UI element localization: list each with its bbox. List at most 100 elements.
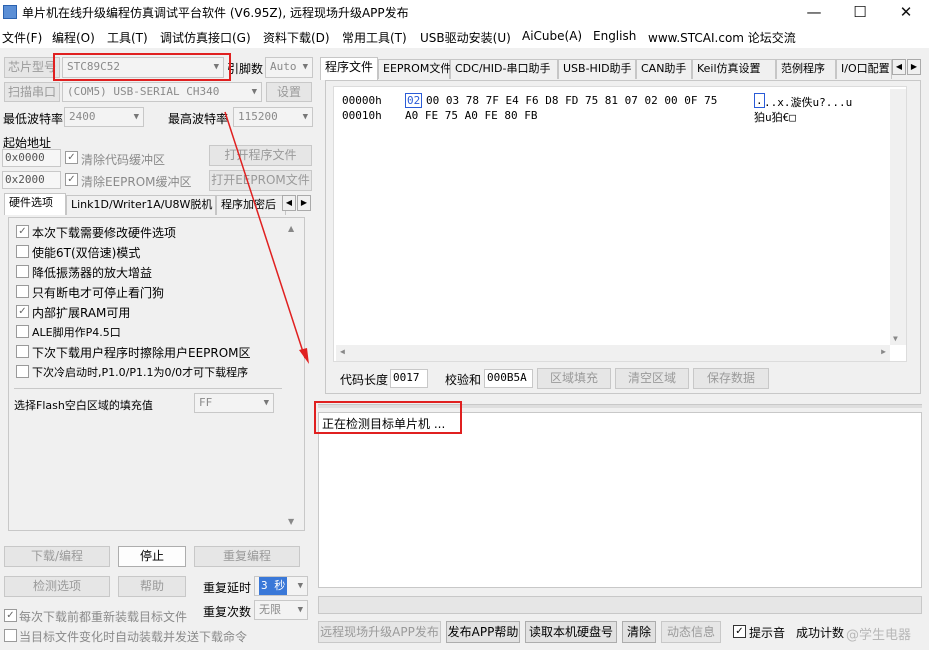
close-button[interactable]: ✕: [883, 0, 929, 26]
hex-ascii: ..x.漩佚u?...u: [764, 96, 853, 109]
tab-encryption[interactable]: 程序加密后: [216, 195, 286, 215]
menu-common-tools[interactable]: 常用工具(T): [342, 29, 407, 46]
menu-tools[interactable]: 工具(T): [107, 29, 148, 46]
open-program-file-button[interactable]: 打开程序文件: [209, 145, 312, 166]
tab-usb-hid-helper[interactable]: USB-HID助手: [558, 59, 636, 79]
menu-download-docs[interactable]: 资料下载(D): [263, 29, 330, 46]
tab-keil-sim-settings[interactable]: Keil仿真设置: [692, 59, 776, 79]
pin-count-select[interactable]: Auto ▼: [265, 57, 313, 78]
highlight-status: [314, 401, 462, 434]
fill-value-select[interactable]: FF ▼: [194, 393, 274, 413]
hex-address: 00010h: [342, 109, 382, 122]
chevron-down-icon: ▼: [297, 605, 303, 615]
auto-reload-checkbox[interactable]: [4, 629, 17, 642]
clear-code-checkbox[interactable]: ✓: [65, 151, 78, 164]
download-program-button[interactable]: 下载/编程: [4, 546, 110, 567]
clear-output-button[interactable]: 清除: [622, 621, 656, 643]
eeprom-start-address[interactable]: 0x2000: [2, 171, 61, 189]
code-start-address[interactable]: 0x0000: [2, 149, 61, 167]
tab-scroll-left-icon[interactable]: ◀: [282, 195, 296, 211]
tab-scroll-left-icon[interactable]: ◀: [892, 59, 906, 75]
option-label: 只有断电才可停止看门狗: [32, 286, 165, 300]
tab-can-helper[interactable]: CAN助手: [636, 59, 692, 79]
highlight-chip-model: [53, 53, 231, 81]
hex-cursor-byte[interactable]: 02: [405, 93, 423, 108]
scroll-up-icon[interactable]: ▲: [288, 224, 294, 233]
min-baud-select[interactable]: 2400 ▼: [64, 107, 144, 127]
code-length-value: 0017: [390, 369, 428, 388]
option-label: 下次下载用户程序时擦除用户EEPROM区: [32, 346, 251, 360]
option-checkbox[interactable]: [16, 345, 29, 358]
maximize-button[interactable]: ☐: [837, 0, 883, 26]
scroll-down-icon[interactable]: ▼: [288, 517, 294, 526]
tab-cdc-serial-helper[interactable]: CDC/HID-串口助手: [450, 59, 558, 79]
hex-vertical-scrollbar[interactable]: ▼: [890, 89, 906, 345]
publish-app-help-button[interactable]: 发布APP帮助: [446, 621, 520, 643]
checksum-value: 000B5A: [484, 369, 533, 388]
repeat-program-button[interactable]: 重复编程: [194, 546, 300, 567]
port-select[interactable]: (COM5) USB-SERIAL CH340 ▼: [62, 82, 262, 102]
repeat-delay-value: 3 秒: [259, 577, 288, 595]
reload-each-checkbox[interactable]: ✓: [4, 609, 17, 622]
menu-usb-driver[interactable]: USB驱动安装(U): [420, 29, 511, 46]
read-disk-id-button[interactable]: 读取本机硬盘号: [525, 621, 617, 643]
menu-file[interactable]: 文件(F): [2, 29, 42, 46]
progress-bar: [318, 596, 922, 614]
check-options-button[interactable]: 检测选项: [4, 576, 110, 597]
option-label: ALE脚用作P4.5口: [32, 326, 121, 339]
option-checkbox[interactable]: [16, 245, 29, 258]
option-label: 本次下载需要修改硬件选项: [32, 226, 177, 240]
min-baud-value: 2400: [69, 110, 96, 123]
tab-scroll-right-icon[interactable]: ▶: [907, 59, 921, 75]
repeat-count-select[interactable]: 无限 ▼: [254, 600, 308, 620]
app-icon: [3, 5, 17, 19]
scroll-down-icon[interactable]: ▼: [893, 334, 898, 343]
tab-hardware-options[interactable]: 硬件选项: [4, 193, 66, 215]
scroll-left-icon[interactable]: ◀: [340, 347, 345, 356]
open-eeprom-file-button[interactable]: 打开EEPROM文件: [209, 170, 312, 191]
max-baud-select[interactable]: 115200 ▼: [233, 107, 313, 127]
port-value: (COM5) USB-SERIAL CH340: [67, 85, 220, 98]
save-data-button[interactable]: 保存数据: [693, 368, 769, 389]
clear-eeprom-checkbox[interactable]: ✓: [65, 173, 78, 186]
tab-eeprom-file[interactable]: EEPROM文件: [378, 59, 451, 79]
hex-view[interactable]: 00000h 02 00 03 78 7F E4 F6 D8 FD 75 81 …: [333, 86, 907, 362]
hex-ascii: 狛u狛€□: [754, 111, 796, 124]
tab-offline-writer[interactable]: Link1D/Writer1A/U8W脱机: [66, 195, 216, 215]
options-scrollbar[interactable]: ▲ ▼: [285, 222, 302, 528]
port-settings-button[interactable]: 设置: [266, 82, 312, 102]
scan-port-button[interactable]: 扫描串口: [4, 82, 60, 102]
clear-area-button[interactable]: 清空区域: [615, 368, 689, 389]
tab-program-file[interactable]: 程序文件: [320, 57, 378, 80]
publish-remote-app-button[interactable]: 远程现场升级APP发布: [318, 621, 441, 643]
dynamic-info-button[interactable]: 动态信息: [661, 621, 721, 643]
menu-aicube[interactable]: AiCube(A): [522, 29, 582, 43]
tab-io-config[interactable]: I/O口配置: [836, 59, 892, 79]
option-checkbox[interactable]: [16, 325, 29, 338]
menu-debug[interactable]: 调试仿真接口(G): [160, 29, 251, 46]
option-checkbox[interactable]: ✓: [16, 225, 29, 238]
minimize-button[interactable]: —: [791, 0, 837, 26]
clear-eeprom-label: 清除EEPROM缓冲区: [81, 175, 192, 189]
scroll-right-icon[interactable]: ▶: [881, 347, 886, 356]
sound-checkbox[interactable]: ✓: [733, 625, 746, 638]
tab-scroll-right-icon[interactable]: ▶: [297, 195, 311, 211]
menu-program[interactable]: 编程(O): [52, 29, 95, 46]
pin-count-label: 引脚数: [227, 62, 264, 76]
menu-website[interactable]: www.STCAI.com 论坛交流: [648, 29, 796, 46]
option-label: 内部扩展RAM可用: [32, 306, 131, 320]
chip-model-label: 芯片型号: [4, 57, 60, 78]
stop-button[interactable]: 停止: [118, 546, 186, 567]
help-button[interactable]: 帮助: [118, 576, 186, 597]
option-label: 下次冷启动时,P1.0/P1.1为0/0才可下载程序: [32, 366, 249, 379]
hex-horizontal-scrollbar[interactable]: ◀ ▶: [336, 345, 890, 361]
option-checkbox[interactable]: [16, 285, 29, 298]
tab-example-programs[interactable]: 范例程序: [776, 59, 836, 79]
chevron-down-icon: ▼: [297, 581, 303, 591]
option-checkbox[interactable]: [16, 365, 29, 378]
repeat-delay-select[interactable]: 3 秒 ▼: [254, 576, 308, 596]
fill-area-button[interactable]: 区域填充: [537, 368, 611, 389]
option-checkbox[interactable]: ✓: [16, 305, 29, 318]
option-checkbox[interactable]: [16, 265, 29, 278]
menu-english[interactable]: English: [593, 29, 636, 43]
